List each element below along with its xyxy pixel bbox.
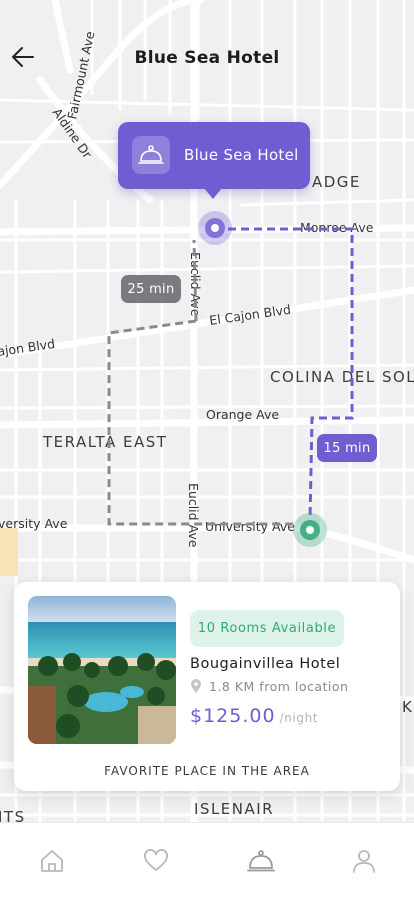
map-area-islenair: ISLENAIR: [194, 800, 274, 818]
map-area-ridge: ADGE: [312, 173, 361, 191]
nav-hotels[interactable]: [247, 847, 275, 875]
hotel-distance: 1.8 KM from location: [190, 679, 348, 694]
driving-time-badge: 15 min: [317, 434, 377, 462]
current-location-marker[interactable]: [293, 513, 327, 547]
page-title: Blue Sea Hotel: [134, 48, 280, 68]
nav-profile[interactable]: [350, 847, 378, 875]
map-area-teralta: TERALTA EAST: [42, 433, 167, 451]
hotel-card[interactable]: 10 Rooms Available Bougainvillea Hotel 1…: [14, 582, 400, 791]
map-street-euclid-bottom: Euclid Ave: [186, 483, 201, 548]
nav-favorites[interactable]: [142, 847, 170, 875]
location-pin-icon: [191, 679, 201, 693]
map-area-edge-right: K: [402, 698, 413, 716]
nav-home[interactable]: [38, 847, 66, 875]
header: Blue Sea Hotel: [0, 30, 414, 86]
map-street-university-right: University Ave: [205, 519, 295, 534]
hotel-photo: [28, 596, 176, 744]
hotel-price: $125.00: [190, 705, 276, 727]
price-row: $125.00/night: [190, 705, 318, 727]
walking-time-badge: 25 min: [121, 275, 181, 303]
card-caption: FAVORITE PLACE IN THE AREA: [104, 764, 310, 778]
hotel-pin-label: Blue Sea Hotel: [184, 146, 299, 164]
map-street-university-left: versity Ave: [0, 516, 68, 531]
hotel-marker[interactable]: [198, 211, 232, 245]
hotel-pin-callout[interactable]: Blue Sea Hotel: [118, 122, 310, 199]
map-area-edge-left: ITS: [0, 808, 26, 822]
rooms-available-badge: 10 Rooms Available: [190, 610, 344, 647]
cloche-icon: [132, 136, 170, 174]
home-icon: [41, 850, 63, 872]
cloche-icon: [247, 850, 275, 872]
bottom-nav: [0, 822, 414, 897]
map-street-orange: Orange Ave: [206, 407, 279, 422]
hotel-distance-text: 1.8 KM from location: [209, 679, 349, 694]
map-area-colina: COLINA DEL SOL: [270, 368, 414, 386]
price-unit: /night: [279, 711, 319, 725]
heart-icon: [144, 849, 168, 871]
hotel-name[interactable]: Bougainvillea Hotel: [190, 656, 340, 672]
user-icon: [353, 850, 375, 873]
